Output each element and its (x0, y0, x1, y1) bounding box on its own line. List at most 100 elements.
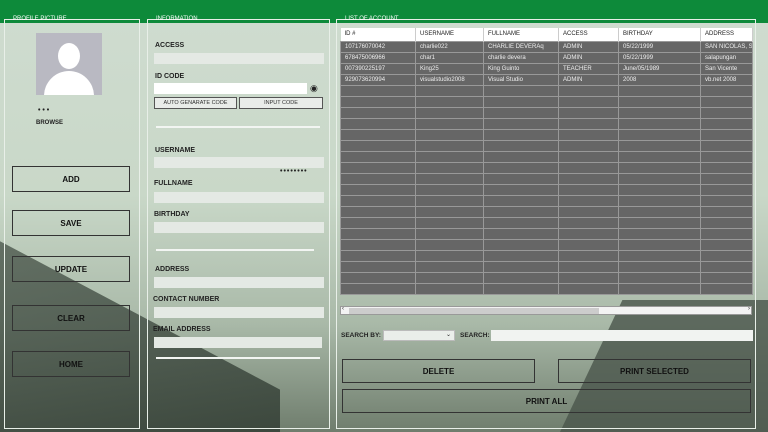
table-cell[interactable] (483, 106, 559, 119)
table-cell[interactable] (340, 139, 416, 152)
table-cell[interactable] (340, 260, 416, 273)
scrollbar-thumb[interactable] (349, 308, 599, 314)
table-cell[interactable] (340, 194, 416, 207)
table-cell[interactable] (340, 117, 416, 130)
table-cell[interactable] (618, 216, 701, 229)
table-cell[interactable] (483, 216, 559, 229)
table-cell[interactable] (558, 161, 619, 174)
table-cell[interactable] (558, 95, 619, 108)
table-cell[interactable] (700, 106, 753, 119)
table-cell[interactable] (618, 139, 701, 152)
table-cell[interactable] (415, 139, 484, 152)
access-select[interactable] (154, 53, 324, 64)
table-cell[interactable] (483, 271, 559, 284)
table-row[interactable] (340, 271, 753, 284)
table-cell[interactable] (558, 249, 619, 262)
table-cell[interactable] (700, 205, 753, 218)
contact-input[interactable] (154, 307, 324, 318)
table-cell[interactable] (558, 117, 619, 130)
table-cell[interactable] (558, 183, 619, 196)
table-cell[interactable] (700, 172, 753, 185)
table-cell[interactable] (618, 84, 701, 97)
fullname-input[interactable] (154, 192, 324, 203)
table-cell[interactable] (558, 194, 619, 207)
clear-button[interactable]: CLEAR (12, 305, 130, 331)
table-cell[interactable] (340, 227, 416, 240)
table-cell[interactable] (618, 183, 701, 196)
table-cell[interactable] (618, 238, 701, 251)
table-cell[interactable]: ADMIN (558, 51, 619, 64)
table-cell[interactable] (618, 161, 701, 174)
table-row[interactable] (340, 216, 753, 229)
table-cell[interactable] (483, 139, 559, 152)
table-cell[interactable] (618, 106, 701, 119)
table-cell[interactable] (558, 271, 619, 284)
table-cell[interactable] (415, 117, 484, 130)
table-cell[interactable] (340, 205, 416, 218)
table-cell[interactable]: June/05/1989 (618, 62, 701, 75)
table-row[interactable]: 107176070042 charlie022 CHARLIE DEVERAq ADM… (340, 40, 753, 53)
table-cell[interactable]: ADMIN (558, 73, 619, 86)
table-cell[interactable] (700, 139, 753, 152)
scroll-left-icon[interactable]: ‹ (342, 306, 344, 312)
table-row[interactable] (340, 139, 753, 152)
table-cell[interactable]: 929073620994 (340, 73, 416, 86)
column-header[interactable]: ADDRESS (700, 28, 753, 41)
table-row[interactable] (340, 117, 753, 130)
table-cell[interactable] (483, 227, 559, 240)
print-selected-button[interactable]: PRINT SELECTED (558, 359, 751, 383)
table-cell[interactable] (415, 194, 484, 207)
table-cell[interactable] (483, 84, 559, 97)
table-cell[interactable] (700, 260, 753, 273)
table-cell[interactable] (340, 238, 416, 251)
browse-link[interactable]: BROWSE (36, 120, 63, 126)
address-input[interactable] (154, 277, 324, 288)
table-cell[interactable] (700, 238, 753, 251)
table-row[interactable] (340, 194, 753, 207)
table-cell[interactable] (558, 84, 619, 97)
table-cell[interactable] (340, 249, 416, 262)
email-input[interactable] (154, 337, 322, 348)
column-header[interactable]: ACCESS (558, 28, 619, 41)
table-cell[interactable] (483, 194, 559, 207)
table-cell[interactable] (483, 161, 559, 174)
table-cell[interactable] (483, 183, 559, 196)
table-cell[interactable]: 678475006966 (340, 51, 416, 64)
table-cell[interactable]: charlie devera (483, 51, 559, 64)
table-cell[interactable]: salapungan (700, 51, 753, 64)
table-cell[interactable]: 05/22/1999 (618, 51, 701, 64)
table-cell[interactable] (700, 84, 753, 97)
table-cell[interactable] (415, 249, 484, 262)
table-row[interactable] (340, 183, 753, 196)
table-cell[interactable] (700, 282, 753, 295)
table-cell[interactable] (415, 271, 484, 284)
table-cell[interactable] (700, 161, 753, 174)
table-row[interactable] (340, 172, 753, 185)
table-cell[interactable] (483, 238, 559, 251)
table-cell[interactable] (558, 139, 619, 152)
auto-generate-code-button[interactable]: AUTO GENARATE CODE (154, 97, 237, 109)
print-all-button[interactable]: PRINT ALL (342, 389, 751, 413)
table-cell[interactable] (340, 84, 416, 97)
id-code-input[interactable] (154, 83, 307, 94)
table-cell[interactable] (415, 106, 484, 119)
table-cell[interactable] (415, 84, 484, 97)
table-cell[interactable] (618, 117, 701, 130)
eye-icon[interactable]: ◉ (310, 83, 318, 94)
table-cell[interactable] (415, 227, 484, 240)
table-cell[interactable] (340, 172, 416, 185)
add-button[interactable]: ADD (12, 166, 130, 192)
table-cell[interactable]: visualstudio2008 (415, 73, 484, 86)
table-cell[interactable] (415, 95, 484, 108)
table-cell[interactable]: vb.net 2008 (700, 73, 753, 86)
table-cell[interactable] (700, 249, 753, 262)
avatar[interactable] (36, 33, 102, 95)
column-header[interactable]: USERNAME (415, 28, 484, 41)
table-cell[interactable] (340, 216, 416, 229)
save-button[interactable]: SAVE (12, 210, 130, 236)
table-cell[interactable] (340, 150, 416, 163)
table-cell[interactable] (700, 128, 753, 141)
table-cell[interactable] (618, 227, 701, 240)
table-cell[interactable] (700, 150, 753, 163)
table-row[interactable]: 929073620994 visualstudio2008 Visual Studi… (340, 73, 753, 86)
